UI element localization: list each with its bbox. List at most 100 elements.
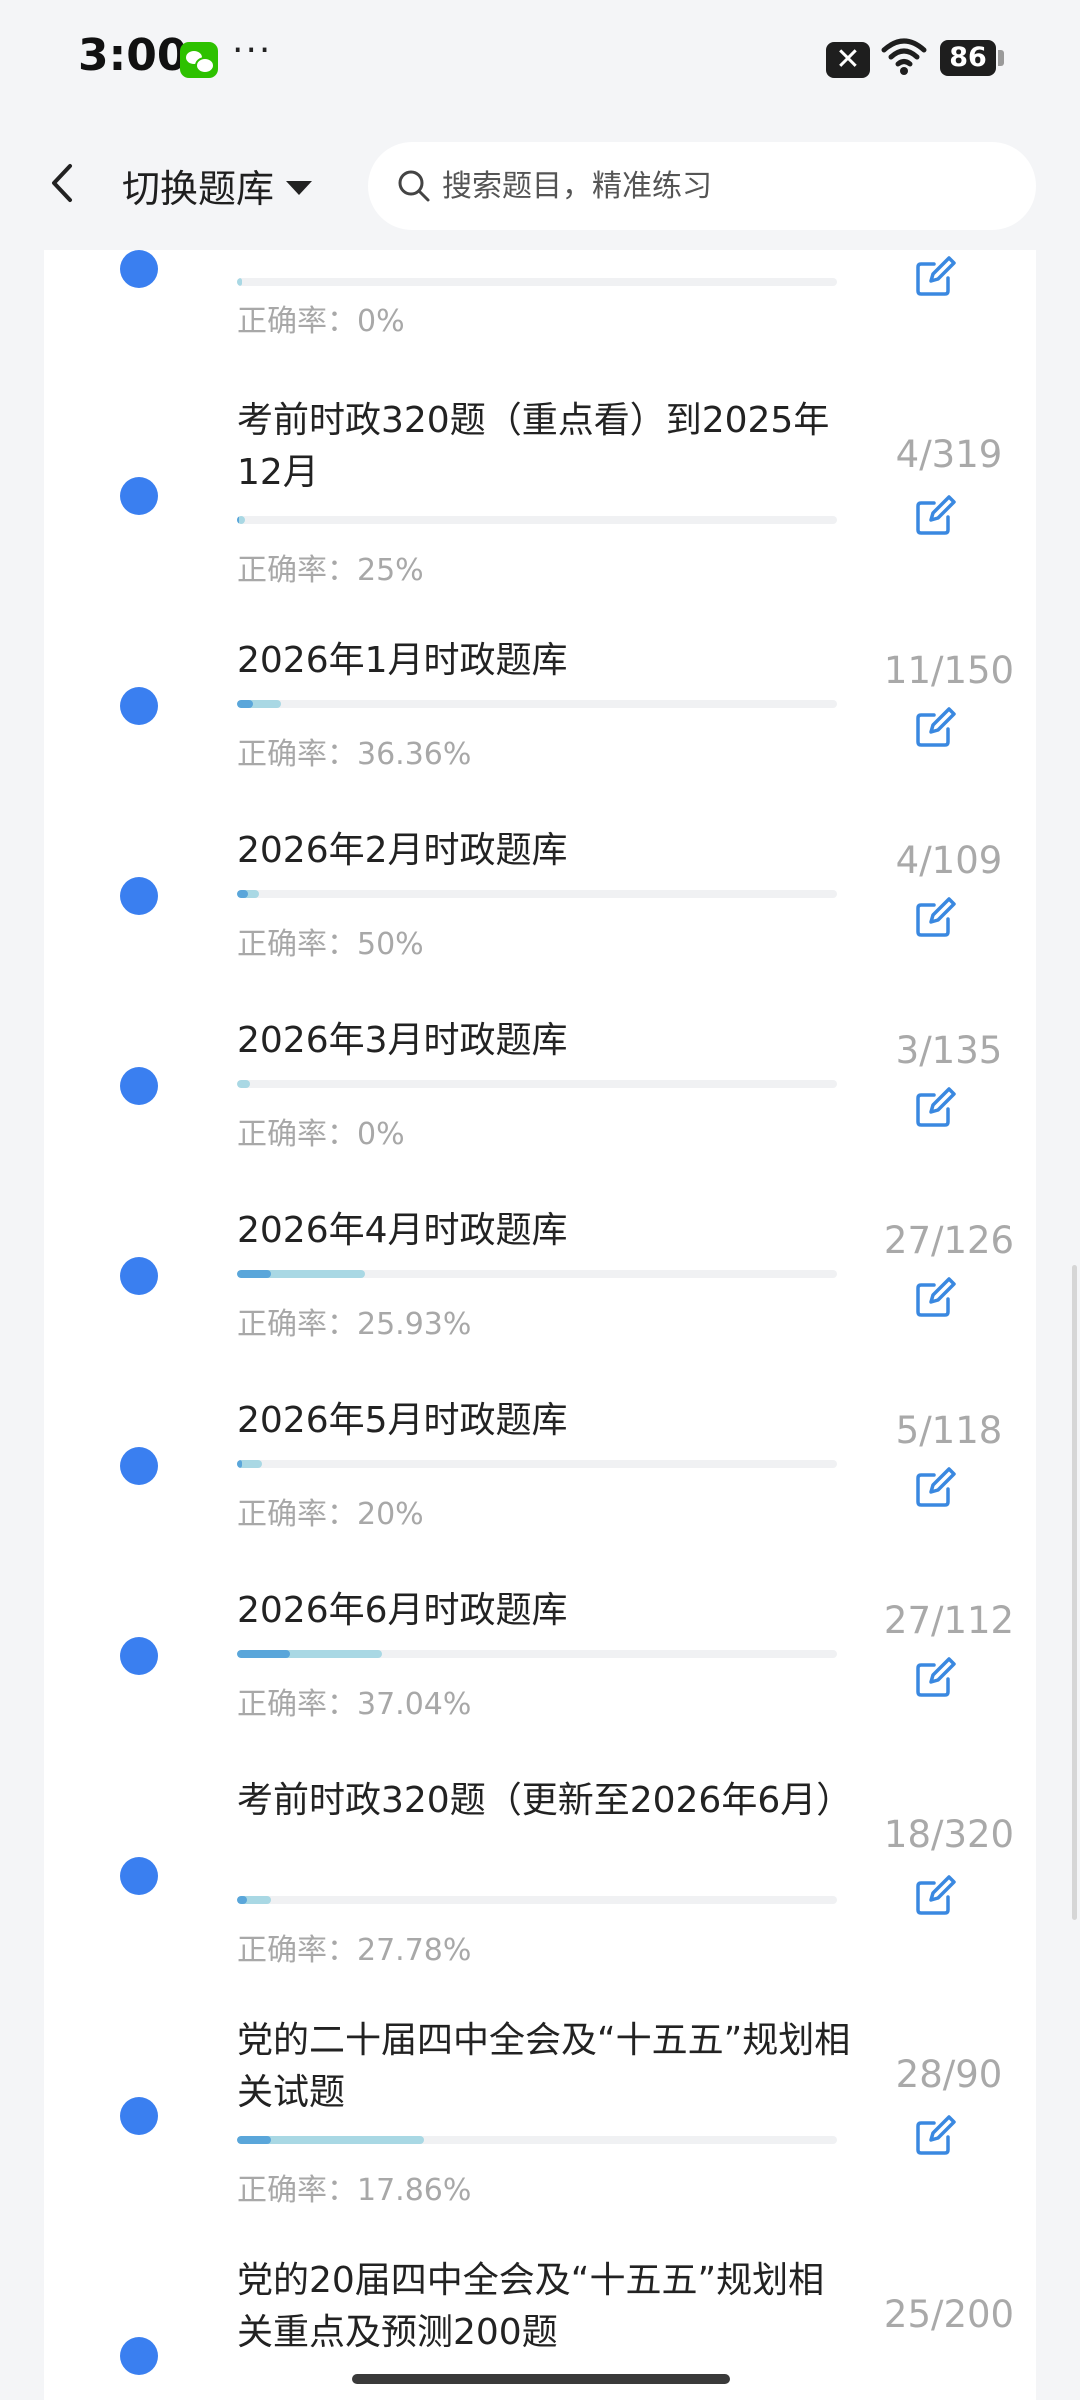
correct-fill bbox=[237, 1460, 242, 1468]
correct-fill bbox=[237, 1896, 247, 1904]
search-input[interactable] bbox=[440, 167, 1004, 205]
list-item[interactable]: 2026年3月时政题库 正确率：0% 3/135 bbox=[44, 1015, 1036, 1155]
edit-icon[interactable] bbox=[914, 254, 958, 298]
list-item[interactable]: 考前时政320题（更新至2026年6月） 正确率：27.78% 18/320 bbox=[44, 1775, 1036, 1975]
list-item[interactable]: 2026年4月时政题库 正确率：25.93% 27/126 bbox=[44, 1205, 1036, 1345]
item-title: 2026年1月时政题库 bbox=[237, 640, 568, 681]
progress-bar bbox=[237, 1080, 837, 1088]
bullet-dot bbox=[120, 1447, 158, 1485]
item-title: 党的20届四中全会及“十五五”规划相关重点及预测200题 bbox=[237, 2260, 825, 2353]
progress-count: 25/200 bbox=[883, 2293, 1015, 2336]
search-box[interactable] bbox=[368, 142, 1036, 230]
progress-bar bbox=[237, 1650, 837, 1658]
progress-count: 3/135 bbox=[895, 1029, 1003, 1072]
progress-count: 27/126 bbox=[883, 1219, 1015, 1262]
progress-bar bbox=[237, 700, 837, 708]
accuracy-text: 正确率：50% bbox=[237, 927, 424, 962]
item-title: 2026年4月时政题库 bbox=[237, 1210, 568, 1251]
battery-nub bbox=[998, 50, 1004, 66]
status-time: 3:00 bbox=[78, 30, 188, 81]
switch-bank-label: 切换题库 bbox=[122, 167, 275, 211]
item-title: 2026年3月时政题库 bbox=[237, 1020, 568, 1061]
progress-count: 5/118 bbox=[895, 1409, 1003, 1452]
accuracy-text: 正确率：25.93% bbox=[237, 1307, 472, 1342]
item-title: 2026年2月时政题库 bbox=[237, 830, 568, 871]
progress-count: 27/112 bbox=[883, 1599, 1015, 1642]
edit-icon[interactable] bbox=[914, 1275, 958, 1319]
list-item[interactable]: 2026年6月时政题库 正确率：37.04% 27/112 bbox=[44, 1585, 1036, 1725]
progress-count: 4/109 bbox=[895, 839, 1003, 882]
list-item[interactable]: 党的二十届四中全会及“十五五”规划相关试题 正确率：17.86% 28/90 bbox=[44, 2015, 1036, 2215]
search-icon bbox=[398, 170, 430, 202]
item-title: 考前时政320题（重点看）到2025年12月 bbox=[237, 400, 830, 493]
status-bar: 3:00 ··· ✕ 86 bbox=[0, 0, 1080, 120]
no-sim-icon: ✕ bbox=[826, 42, 870, 78]
progress-fill bbox=[237, 1080, 251, 1088]
back-arrow-icon[interactable] bbox=[42, 158, 82, 208]
list-item[interactable]: 正确率：0% bbox=[44, 250, 1036, 400]
item-title: 党的二十届四中全会及“十五五”规划相关试题 bbox=[237, 2020, 851, 2113]
bullet-dot bbox=[120, 2097, 158, 2135]
accuracy-text: 正确率：36.36% bbox=[237, 737, 472, 772]
bullet-dot bbox=[120, 1857, 158, 1895]
bullet-dot bbox=[120, 1257, 158, 1295]
correct-fill bbox=[237, 1270, 271, 1278]
accuracy-text: 正确率：25% bbox=[237, 553, 424, 588]
list-item[interactable]: 2026年5月时政题库 正确率：20% 5/118 bbox=[44, 1395, 1036, 1535]
progress-count: 4/319 bbox=[895, 433, 1003, 476]
accuracy-text: 正确率：17.86% bbox=[237, 2173, 472, 2208]
edit-icon[interactable] bbox=[914, 895, 958, 939]
progress-bar bbox=[237, 278, 837, 286]
correct-fill bbox=[237, 2136, 271, 2144]
accuracy-text: 正确率：0% bbox=[237, 1117, 405, 1152]
accuracy-text: 正确率：20% bbox=[237, 1497, 424, 1532]
switch-question-bank-dropdown[interactable]: 切换题库 bbox=[122, 158, 313, 213]
wifi-icon bbox=[881, 38, 927, 75]
progress-bar bbox=[237, 890, 837, 898]
edit-icon[interactable] bbox=[914, 705, 958, 749]
progress-count: 28/90 bbox=[895, 2053, 1003, 2096]
bullet-dot bbox=[120, 687, 158, 725]
bullet-dot bbox=[120, 1637, 158, 1675]
progress-bar bbox=[237, 1460, 837, 1468]
item-title: 2026年6月时政题库 bbox=[237, 1590, 568, 1631]
progress-bar bbox=[237, 2136, 837, 2144]
bullet-dot bbox=[120, 2337, 158, 2375]
accuracy-text: 正确率：0% bbox=[237, 304, 405, 339]
progress-bar bbox=[237, 516, 837, 524]
bullet-dot bbox=[120, 877, 158, 915]
edit-icon[interactable] bbox=[914, 1873, 958, 1917]
bullet-dot bbox=[120, 1067, 158, 1105]
item-title: 考前时政320题（更新至2026年6月） bbox=[237, 1780, 853, 1821]
question-bank-list: 正确率：0% 考前时政320题（重点看）到2025年12月 正确率：25% 4/… bbox=[44, 250, 1036, 2400]
more-notifications-icon: ··· bbox=[232, 30, 273, 71]
top-header: 切换题库 bbox=[0, 120, 1080, 250]
edit-icon[interactable] bbox=[914, 1465, 958, 1509]
progress-count: 11/150 bbox=[883, 649, 1015, 692]
progress-fill bbox=[237, 278, 242, 286]
correct-fill bbox=[237, 700, 254, 708]
scrollbar[interactable] bbox=[1072, 1265, 1077, 1920]
home-indicator[interactable] bbox=[352, 2374, 730, 2384]
battery-level: 86 bbox=[940, 40, 996, 76]
bullet-dot bbox=[120, 250, 158, 288]
progress-count: 18/320 bbox=[883, 1813, 1015, 1856]
caret-down-icon bbox=[286, 180, 313, 195]
edit-icon[interactable] bbox=[914, 1655, 958, 1699]
edit-icon[interactable] bbox=[914, 1085, 958, 1129]
accuracy-text: 正确率：27.78% bbox=[237, 1933, 472, 1968]
progress-bar bbox=[237, 1896, 837, 1904]
edit-icon[interactable] bbox=[914, 493, 958, 537]
accuracy-text: 正确率：37.04% bbox=[237, 1687, 472, 1722]
item-title: 2026年5月时政题库 bbox=[237, 1400, 568, 1441]
list-item[interactable]: 2026年2月时政题库 正确率：50% 4/109 bbox=[44, 825, 1036, 965]
correct-fill bbox=[237, 890, 248, 898]
correct-fill bbox=[237, 516, 239, 524]
progress-bar bbox=[237, 1270, 837, 1278]
edit-icon[interactable] bbox=[914, 2113, 958, 2157]
correct-fill bbox=[237, 1650, 291, 1658]
wechat-notification-icon bbox=[180, 42, 218, 78]
list-item[interactable]: 2026年1月时政题库 正确率：36.36% 11/150 bbox=[44, 635, 1036, 775]
bullet-dot bbox=[120, 477, 158, 515]
list-item[interactable]: 考前时政320题（重点看）到2025年12月 正确率：25% 4/319 bbox=[44, 395, 1036, 595]
